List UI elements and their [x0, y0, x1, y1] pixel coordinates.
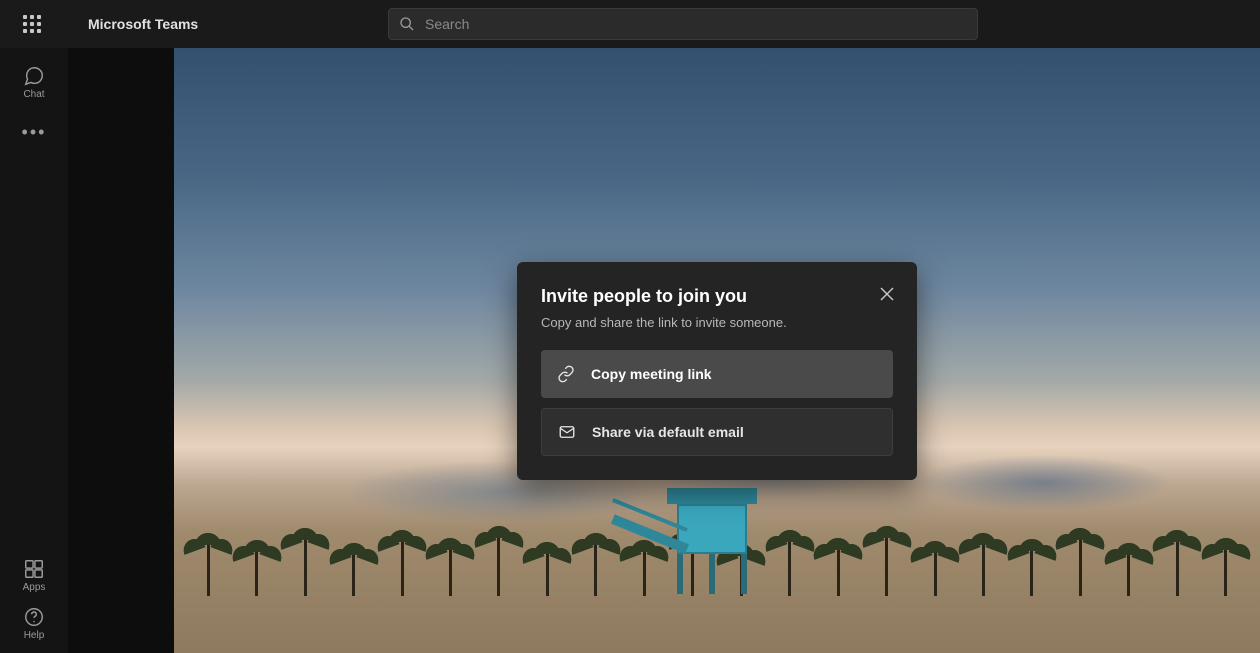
app-title: Microsoft Teams	[88, 16, 198, 32]
nav-rail: Chat ••• Apps Help	[0, 48, 68, 653]
close-button[interactable]	[875, 282, 899, 306]
invite-dialog: Invite people to join you Copy and share…	[517, 262, 917, 480]
nav-apps-label: Apps	[23, 582, 46, 593]
nav-chat-label: Chat	[23, 89, 44, 100]
search-box[interactable]	[388, 8, 978, 40]
secondary-panel	[68, 48, 174, 653]
app-launcher-icon[interactable]	[20, 12, 44, 36]
nav-more[interactable]: •••	[0, 112, 68, 152]
share-via-email-button[interactable]: Share via default email	[541, 408, 893, 456]
search-icon	[399, 16, 415, 32]
beach-hut-graphic	[677, 488, 757, 594]
search-input[interactable]	[425, 16, 967, 32]
dialog-subtitle: Copy and share the link to invite someon…	[541, 315, 893, 330]
main-content: Invite people to join you Copy and share…	[174, 48, 1260, 653]
chat-icon	[23, 65, 45, 87]
mail-icon	[558, 423, 576, 441]
share-email-label: Share via default email	[592, 424, 744, 440]
nav-chat[interactable]: Chat	[0, 58, 68, 106]
copy-meeting-link-button[interactable]: Copy meeting link	[541, 350, 893, 398]
ellipsis-icon: •••	[22, 122, 47, 143]
nav-apps[interactable]: Apps	[0, 551, 68, 599]
help-icon	[23, 606, 45, 628]
nav-help[interactable]: Help	[0, 599, 68, 647]
link-icon	[557, 365, 575, 383]
apps-icon	[23, 558, 45, 580]
dialog-title: Invite people to join you	[541, 286, 893, 307]
app-header: Microsoft Teams	[0, 0, 1260, 48]
nav-help-label: Help	[24, 630, 45, 641]
copy-link-label: Copy meeting link	[591, 366, 712, 382]
close-icon	[880, 287, 894, 301]
